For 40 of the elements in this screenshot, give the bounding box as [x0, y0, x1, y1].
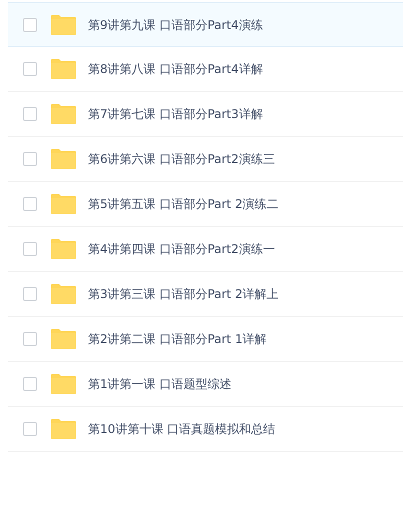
- file-row[interactable]: 第7讲第七课 口语部分Part3详解: [8, 92, 403, 137]
- folder-icon: [50, 193, 77, 215]
- checkbox[interactable]: [23, 107, 37, 121]
- file-name[interactable]: 第3讲第三课 口语部分Part 2详解上: [88, 285, 279, 303]
- checkbox[interactable]: [23, 242, 37, 256]
- file-name[interactable]: 第9讲第九课 口语部分Part4演练: [88, 16, 263, 34]
- folder-icon: [50, 14, 77, 36]
- checkbox[interactable]: [23, 197, 37, 211]
- checkbox[interactable]: [23, 18, 37, 32]
- file-name[interactable]: 第6讲第六课 口语部分Part2演练三: [88, 150, 275, 168]
- file-row[interactable]: 第6讲第六课 口语部分Part2演练三: [8, 137, 403, 182]
- file-name[interactable]: 第2讲第二课 口语部分Part 1详解: [88, 330, 267, 348]
- file-name[interactable]: 第1讲第一课 口语题型综述: [88, 375, 232, 393]
- checkbox[interactable]: [23, 332, 37, 346]
- file-name[interactable]: 第10讲第十课 口语真题模拟和总结: [88, 420, 276, 438]
- file-row[interactable]: 第5讲第五课 口语部分Part 2演练二: [8, 182, 403, 227]
- file-row[interactable]: 第9讲第九课 口语部分Part4演练: [8, 2, 403, 47]
- checkbox[interactable]: [23, 422, 37, 436]
- file-name[interactable]: 第7讲第七课 口语部分Part3详解: [88, 105, 263, 123]
- checkbox[interactable]: [23, 62, 37, 76]
- file-row[interactable]: 第8讲第八课 口语部分Part4详解: [8, 47, 403, 92]
- file-row[interactable]: 第3讲第三课 口语部分Part 2详解上: [8, 272, 403, 317]
- folder-icon: [50, 283, 77, 305]
- file-row[interactable]: 第10讲第十课 口语真题模拟和总结: [8, 407, 403, 452]
- checkbox[interactable]: [23, 152, 37, 166]
- file-row[interactable]: 第2讲第二课 口语部分Part 1详解: [8, 317, 403, 362]
- file-name[interactable]: 第5讲第五课 口语部分Part 2演练二: [88, 195, 279, 213]
- file-row[interactable]: 第1讲第一课 口语题型综述: [8, 362, 403, 407]
- folder-icon: [50, 238, 77, 260]
- checkbox[interactable]: [23, 377, 37, 391]
- folder-icon: [50, 373, 77, 395]
- folder-icon: [50, 103, 77, 125]
- file-name[interactable]: 第8讲第八课 口语部分Part4详解: [88, 60, 263, 78]
- checkbox[interactable]: [23, 287, 37, 301]
- file-name[interactable]: 第4讲第四课 口语部分Part2演练一: [88, 240, 275, 258]
- folder-icon: [50, 148, 77, 170]
- file-row[interactable]: 第4讲第四课 口语部分Part2演练一: [8, 227, 403, 272]
- folder-icon: [50, 58, 77, 80]
- folder-icon: [50, 418, 77, 440]
- folder-icon: [50, 328, 77, 350]
